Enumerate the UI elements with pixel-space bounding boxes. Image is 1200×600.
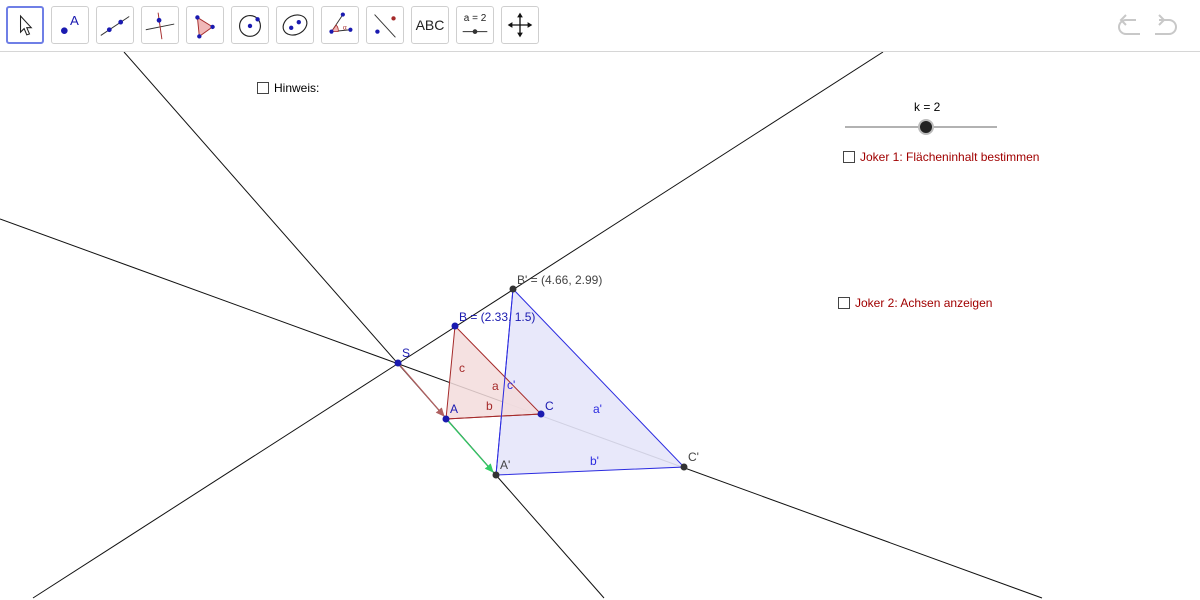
label-side-a-prime: a' (593, 402, 602, 416)
svg-text:A: A (70, 13, 79, 28)
perpendicular-line-icon (145, 12, 175, 40)
label-a-prime: A' (500, 458, 510, 472)
ellipse-icon (282, 14, 308, 36)
vector-s-to-a[interactable] (397, 362, 445, 417)
line-through-points-icon (100, 16, 130, 36)
label-a: A (450, 402, 458, 416)
circle-center-point-icon (239, 14, 261, 37)
point-a[interactable] (442, 415, 450, 423)
line-tool-button[interactable] (96, 6, 134, 44)
joker2-checkbox-label: Joker 2: Achsen anzeigen (855, 296, 993, 310)
joker1-checkbox-label: Joker 1: Flächeninhalt bestimmen (860, 150, 1040, 164)
slider-thumb[interactable] (918, 119, 934, 135)
text-tool-button[interactable]: ABC (411, 6, 449, 44)
point-s[interactable] (394, 359, 402, 367)
angle-icon: α (329, 12, 353, 34)
slider-tool-button[interactable]: a = 2 (456, 6, 494, 44)
conic-tool-button[interactable] (276, 6, 314, 44)
polygon-icon (195, 15, 215, 39)
undo-icon (1118, 14, 1140, 35)
label-side-c: c (459, 361, 465, 375)
vector-a-to-a-prime[interactable] (447, 420, 494, 473)
graphics-view[interactable]: S B = (2.33, 1.5) A C B' = (4.66, 2.99) … (0, 52, 1200, 600)
point-icon: A (61, 13, 79, 34)
point-b-prime[interactable] (509, 285, 517, 293)
label-s: S (402, 346, 410, 360)
redo-button[interactable] (1151, 12, 1181, 40)
move-graphics-view-tool-button[interactable] (501, 6, 539, 44)
svg-text:α: α (343, 25, 347, 32)
joker1-checkbox-box[interactable] (843, 151, 855, 163)
point-c-prime[interactable] (680, 463, 688, 471)
label-c-prime: C' (688, 450, 699, 464)
angle-tool-button[interactable]: α (321, 6, 359, 44)
label-b-prime: B' = (4.66, 2.99) (517, 273, 602, 287)
label-side-b-prime: b' (590, 454, 599, 468)
undo-button[interactable] (1114, 12, 1144, 40)
cursor-arrow-icon (19, 14, 33, 36)
move-tool-button[interactable] (6, 6, 44, 44)
point-tool-button[interactable]: A (51, 6, 89, 44)
joker2-checkbox[interactable]: Joker 2: Achsen anzeigen (838, 296, 992, 310)
label-c: C (545, 399, 554, 413)
redo-icon (1155, 14, 1177, 35)
reflect-tool-button[interactable] (366, 6, 404, 44)
label-b: B = (2.33, 1.5) (459, 310, 535, 324)
slider-tool-label: a = 2 (463, 13, 487, 24)
hint-checkbox-label: Hinweis: (274, 81, 320, 95)
text-tool-label: ABC (415, 17, 445, 33)
hint-checkbox-box[interactable] (257, 82, 269, 94)
label-side-b: b (486, 399, 493, 413)
four-way-arrows-icon (507, 12, 533, 38)
label-side-a: a (492, 379, 499, 393)
point-a-prime[interactable] (492, 471, 500, 479)
point-c[interactable] (537, 410, 545, 418)
point-b[interactable] (451, 322, 459, 330)
joker1-checkbox[interactable]: Joker 1: Flächeninhalt bestimmen (843, 150, 1039, 164)
joker2-checkbox-box[interactable] (838, 297, 850, 309)
hint-checkbox[interactable]: Hinweis: (257, 81, 319, 95)
toolbar: A α ABC a = 2 (0, 0, 1200, 52)
label-side-c-prime: c' (507, 378, 515, 392)
polygon-tool-button[interactable] (186, 6, 224, 44)
circle-tool-button[interactable] (231, 6, 269, 44)
perpendicular-line-tool-button[interactable] (141, 6, 179, 44)
slider-label: k = 2 (914, 100, 941, 114)
reflect-about-line-icon (374, 14, 396, 38)
